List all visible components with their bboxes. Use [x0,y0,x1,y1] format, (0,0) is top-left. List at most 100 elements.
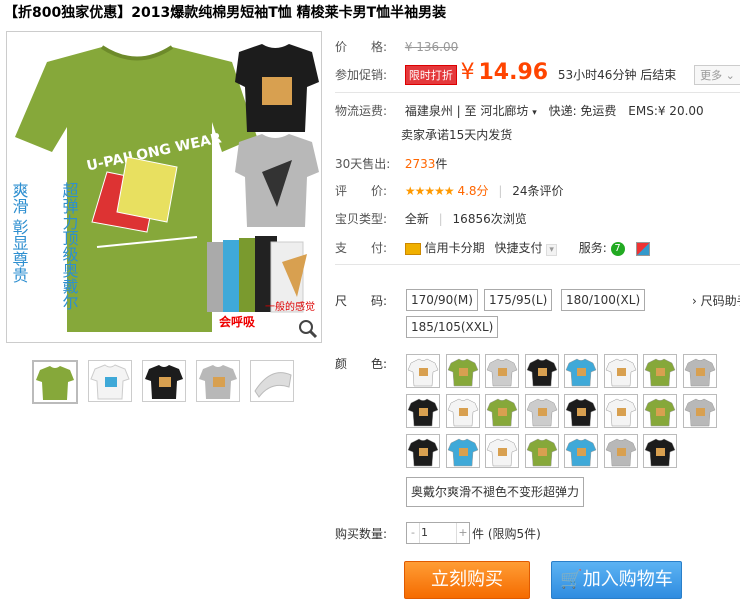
size-option-xl[interactable]: 180/100(XL) [561,289,646,311]
reviews-link[interactable]: 24条评价 [512,184,563,198]
cart-icon: 🛒 [560,569,583,590]
color-swatch[interactable] [603,434,638,468]
item-type-label: 宝贝类型: [335,212,388,226]
color-swatch[interactable] [603,394,638,428]
ship-to: 河北廊坊 [480,104,529,118]
promo-label: 参加促销: [335,68,388,82]
sales-unit: 件 [435,157,448,171]
size-option-xxl[interactable]: 185/105(XXL) [406,316,499,338]
express-fee: 快递: 免运费 [548,104,617,118]
item-type-row: 宝贝类型: 全新 | 16856次浏览 [335,210,527,227]
original-price: ¥ 136.00 [404,40,459,54]
ems-fee: EMS:¥ 20.00 [628,104,704,118]
chevron-down-icon: ▾ [546,244,557,256]
more-label: 更多 [700,69,723,82]
main-product-image[interactable]: U-PAILONG WEAR 爽滑 彰显尊贵 超弹力顶级奥戴尔 会呼吸 一般的感… [6,31,322,343]
chevron-down-icon: ▾ [532,108,537,118]
quantity-limit: 件 (限购5件) [472,527,541,541]
ship-from: 福建泉州 [404,104,453,118]
feeling-badge: 一般的感觉 [265,300,315,313]
color-swatch[interactable] [643,354,677,388]
service-label: 服务: [578,241,607,255]
shipping-label: 物流运费: [335,104,388,118]
color-swatch[interactable] [643,434,677,468]
promo-row: 参加促销: 限时打折 ¥ 14.96 53小时46分钟 后结束 更多 ⌄ [335,60,740,85]
color-swatch[interactable] [485,434,519,468]
sales-label: 30天售出: [335,157,391,171]
color-swatch[interactable] [445,354,480,388]
divider [335,92,740,93]
guarantee-icon[interactable] [636,241,651,256]
ship-sep: | [456,104,465,118]
price-row: 价 格: ¥ 136.00 [335,38,458,55]
size-label: 尺 码: [335,294,388,308]
rating-score: 4.8分 [457,184,489,198]
color-swatch[interactable] [445,434,480,468]
promo-price: 14.96 [478,60,549,85]
color-swatch[interactable] [485,354,519,388]
thumbnail-5[interactable] [250,360,294,402]
size-guide-link[interactable]: › 尺码助手 [692,292,740,309]
payment-label: 支 付: [335,241,388,255]
size-option-l[interactable]: 175/95(L) [484,289,553,311]
tshirt-illustration: U-PAILONG WEAR 爽滑 彰显尊贵 超弹力顶级奥戴尔 会呼吸 一般的感… [10,44,319,332]
quantity-stepper[interactable]: - 1 + [406,522,470,544]
color-swatch[interactable] [485,394,519,428]
shipping-row: 物流运费: 福建泉州 | 至 河北廊坊 ▾ 快递: 免运费 EMS:¥ 20.0… [335,102,704,119]
vertical-slogan-2: 爽滑 彰显尊贵 [10,182,29,283]
quantity-minus-button[interactable]: - [407,523,420,543]
quick-pay[interactable]: 快捷支付 [495,241,543,255]
thumbnail-2[interactable] [88,360,132,402]
thumbnail-4[interactable] [196,360,240,402]
color-swatch[interactable] [445,394,480,428]
color-swatch[interactable] [406,394,440,428]
item-condition: 全新 [404,212,429,226]
sales-count: 2733 [404,157,436,171]
color-description-button[interactable]: 奥戴尔爽滑不褪色不变形超弹力 [406,477,585,507]
color-swatch[interactable] [643,394,677,428]
thumbnail-3[interactable] [142,360,186,402]
color-swatch[interactable] [406,354,440,388]
thumbnail-1[interactable] [32,360,78,404]
payment-row: 支 付: 信用卡分期 快捷支付 ▾ 服务: 7 [335,239,651,256]
star-rating-icon: ★★★★★ [404,184,455,198]
currency-symbol: ¥ [460,60,475,85]
ship-promise: 卖家承诺15天内发货 [401,128,513,142]
color-swatch[interactable] [564,434,598,468]
buy-now-button[interactable]: 立刻购买 [404,561,530,599]
countdown: 53小时46分钟 后结束 [557,68,677,82]
zoom-icon[interactable] [298,319,318,339]
credit-installment[interactable]: 信用卡分期 [425,241,485,255]
color-swatch[interactable] [564,394,598,428]
vertical-slogan-1: 超弹力顶级奥戴尔 [60,182,79,310]
add-to-cart-button[interactable]: 🛒加入购物车 [551,561,682,599]
seven-day-return-icon[interactable]: 7 [610,241,625,256]
quantity-label: 购买数量: [335,527,388,541]
price-label: 价 格: [335,40,388,54]
color-swatch[interactable] [406,434,440,468]
size-guide-label: 尺码助手 [700,294,740,308]
rating-sep: | [498,184,503,198]
rating-label: 评 价: [335,184,388,198]
quantity-input[interactable]: 1 [421,523,453,543]
ship-to-select[interactable]: 河北廊坊 ▾ [480,104,536,118]
color-swatch[interactable] [682,354,717,388]
credit-card-icon [404,242,421,255]
chevron-right-icon: › [692,294,697,308]
promo-badge: 限时打折 [404,65,457,85]
color-swatch[interactable] [682,394,717,428]
color-label: 颜 色: [335,357,388,371]
quantity-plus-button[interactable]: + [456,523,469,543]
item-sep: | [438,212,443,226]
more-promos-button[interactable]: 更多 ⌄ [694,65,740,85]
product-title: 【折800独家优惠】2013爆款纯棉男短袖T恤 精梭莱卡男T恤半袖男装 [4,5,447,21]
view-count: 16856次浏览 [452,212,527,226]
color-swatch[interactable] [564,354,598,388]
color-swatch[interactable] [524,434,559,468]
size-option-m[interactable]: 170/90(M) [406,289,478,311]
color-swatch[interactable] [603,354,638,388]
breathable-badge: 会呼吸 [219,314,256,329]
color-swatch[interactable] [524,354,559,388]
rating-row: 评 价: ★★★★★ 4.8分 | 24条评价 [335,182,564,199]
color-swatch[interactable] [524,394,559,428]
